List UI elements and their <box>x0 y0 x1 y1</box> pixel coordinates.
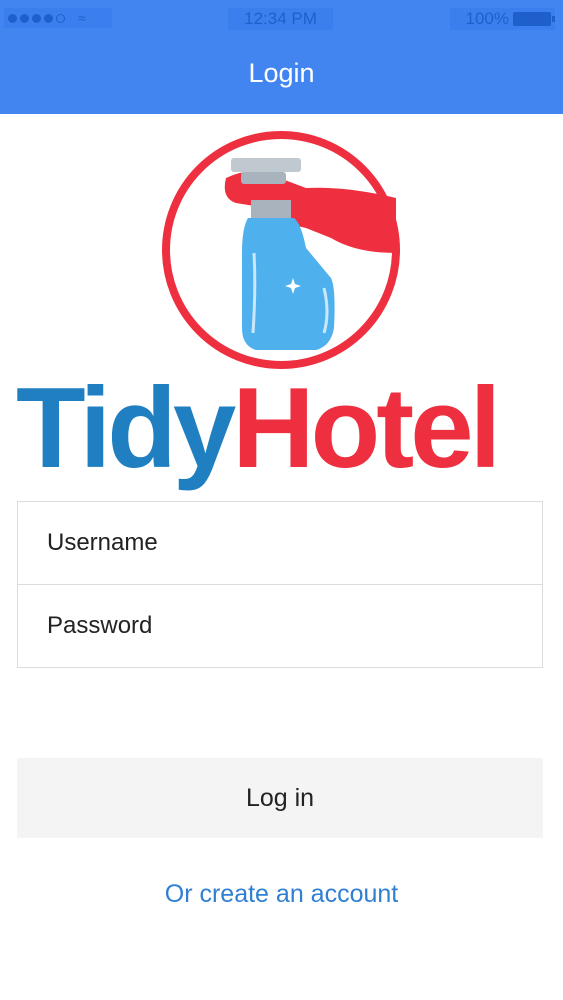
signal-icon <box>8 13 17 23</box>
signal-icon <box>32 13 41 23</box>
create-account-link[interactable]: Or create an account <box>0 880 563 909</box>
signal-icon <box>56 13 65 23</box>
navigation-header: ≈ 12:34 PM 100% Login <box>0 0 563 114</box>
battery-percent: 100% <box>465 9 509 28</box>
battery-icon <box>513 12 555 26</box>
status-bar: ≈ 12:34 PM 100% <box>0 0 563 38</box>
username-field[interactable]: Username <box>17 501 543 585</box>
spray-bottle-logo-icon <box>162 131 400 369</box>
status-time: 12:34 PM <box>228 8 333 30</box>
password-placeholder: Password <box>47 612 153 639</box>
signal-icon <box>20 13 29 23</box>
password-field[interactable]: Password <box>17 584 543 668</box>
brand-tidy: Tidy <box>16 365 236 492</box>
signal-strength: ≈ <box>4 8 112 28</box>
wifi-icon: ≈ <box>78 10 86 26</box>
login-button[interactable]: Log in <box>17 758 543 838</box>
username-placeholder: Username <box>47 529 158 556</box>
page-title: Login <box>248 58 315 88</box>
brand-wordmark: TidyHotel <box>16 372 556 486</box>
brand-hotel: Hotel <box>232 365 501 492</box>
signal-icon <box>44 13 53 23</box>
battery-status: 100% <box>450 8 555 30</box>
